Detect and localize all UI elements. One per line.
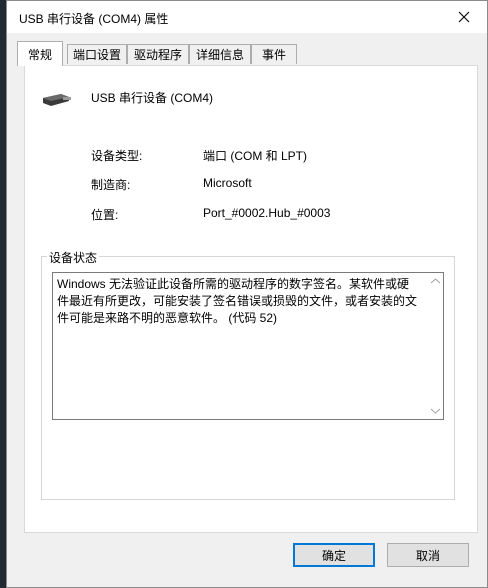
serial-port-device-icon: [43, 94, 71, 106]
device-type-value: 端口 (COM 和 LPT): [203, 149, 307, 163]
tab-events[interactable]: 事件: [251, 44, 297, 64]
device-status-text: Windows 无法验证此设备所需的驱动程序的数字签名。某软件或硬件最近有所更改…: [57, 277, 418, 325]
title-bar[interactable]: USB 串行设备 (COM4) 属性: [7, 1, 487, 33]
tab-port-settings[interactable]: 端口设置: [67, 44, 127, 64]
device-status-textbox[interactable]: Windows 无法验证此设备所需的驱动程序的数字签名。某软件或硬件最近有所更改…: [52, 272, 444, 420]
ok-button[interactable]: 确定: [293, 543, 375, 567]
tab-driver[interactable]: 驱动程序: [127, 44, 189, 64]
tab-details[interactable]: 详细信息: [189, 44, 251, 64]
device-status-legend: 设备状态: [47, 249, 100, 266]
scroll-down-icon[interactable]: [430, 407, 441, 415]
manufacturer-label: 制造商:: [91, 178, 131, 192]
location-label: 位置:: [91, 208, 119, 222]
window-title: USB 串行设备 (COM4) 属性: [19, 12, 169, 26]
device-name: USB 串行设备 (COM4): [91, 91, 214, 105]
cancel-button[interactable]: 取消: [387, 543, 469, 567]
scroll-up-icon[interactable]: [430, 277, 441, 285]
general-tab-panel: USB 串行设备 (COM4) 设备类型: 端口 (COM 和 LPT) 制造商…: [24, 65, 478, 533]
device-status-group: 设备状态 Windows 无法验证此设备所需的驱动程序的数字签名。某软件或硬件最…: [41, 249, 455, 500]
location-value: Port_#0002.Hub_#0003: [203, 206, 331, 220]
device-type-label: 设备类型:: [91, 149, 143, 163]
manufacturer-value: Microsoft: [203, 176, 252, 190]
close-button[interactable]: [441, 1, 487, 33]
properties-dialog: USB 串行设备 (COM4) 属性 常规 端口设置 驱动程序 详细信息 事件 …: [6, 0, 488, 588]
close-icon: [458, 11, 470, 23]
tab-general[interactable]: 常规: [17, 41, 63, 66]
